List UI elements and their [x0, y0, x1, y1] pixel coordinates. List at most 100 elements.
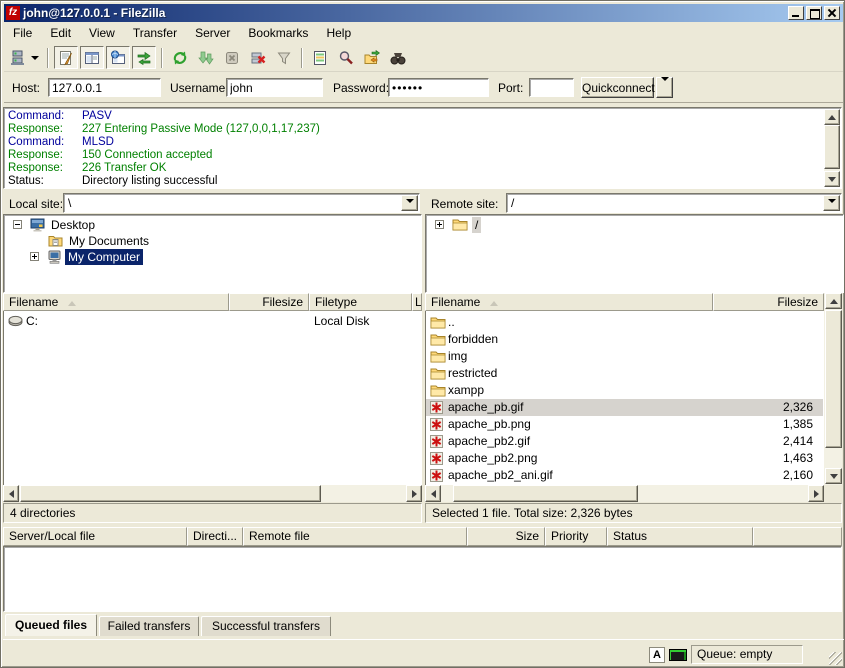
queue-column-serverlocal[interactable]: Server/Local file — [3, 527, 187, 546]
refresh-button[interactable] — [168, 46, 192, 69]
binoculars-icon — [390, 50, 406, 66]
collapse-icon[interactable] — [13, 220, 22, 229]
transfer-queue-list[interactable] — [3, 546, 842, 612]
expand-icon[interactable] — [435, 220, 444, 229]
scroll-thumb[interactable] — [824, 125, 840, 169]
directory-comparison-button[interactable] — [308, 46, 332, 69]
title-bar[interactable]: fz john@127.0.0.1 - FileZilla — [4, 4, 843, 22]
file-row[interactable]: apache_pb.png 1,385 — [426, 416, 823, 433]
file-name: img — [448, 348, 467, 365]
column-label: Size — [516, 529, 539, 543]
queue-column-remotefile[interactable]: Remote file — [243, 527, 467, 546]
site-manager-dropdown-button[interactable] — [28, 46, 42, 69]
tab-successful-transfers[interactable]: Successful transfers — [201, 616, 331, 636]
toggle-message-log-button[interactable] — [54, 46, 78, 69]
menu-transfer[interactable]: Transfer — [124, 24, 186, 42]
scroll-up-button[interactable] — [824, 109, 840, 125]
maximize-button[interactable] — [806, 6, 822, 20]
remote-site-dropdown-button[interactable] — [823, 195, 840, 211]
remote-site-combo[interactable]: / — [506, 193, 842, 213]
queue-column-direction[interactable]: Directi... — [187, 527, 243, 546]
remote-status-text: Selected 1 file. Total size: 2,326 bytes — [425, 503, 842, 523]
tab-failed-transfers[interactable]: Failed transfers — [99, 616, 199, 636]
speed-limit-indicator[interactable] — [669, 649, 687, 661]
chevron-down-icon — [828, 199, 836, 207]
local-treeview-icon — [84, 50, 100, 66]
toggle-local-tree-button[interactable] — [80, 46, 104, 69]
file-row[interactable]: apache_pb2.png 1,463 — [426, 450, 823, 467]
queue-column-status[interactable]: Status — [607, 527, 753, 546]
scroll-right-button[interactable] — [808, 485, 824, 502]
scroll-down-button[interactable] — [825, 468, 842, 484]
scroll-up-button[interactable] — [825, 293, 842, 309]
scroll-down-button[interactable] — [824, 171, 840, 187]
local-site-combo[interactable]: \ — [63, 193, 420, 213]
menu-file[interactable]: File — [4, 24, 41, 42]
column-label: Server/Local file — [9, 529, 95, 543]
scroll-left-button[interactable] — [3, 485, 19, 502]
menu-help[interactable]: Help — [317, 24, 360, 42]
process-queue-button[interactable] — [194, 46, 218, 69]
file-row[interactable]: xampp — [426, 382, 823, 399]
file-name: apache_pb.gif — [448, 399, 523, 416]
cancel-icon — [224, 50, 240, 66]
local-site-dropdown-button[interactable] — [401, 195, 418, 211]
transfer-type-indicator[interactable]: A — [649, 647, 665, 663]
quickconnect-button[interactable]: Quickconnect — [581, 77, 654, 98]
tree-item-root[interactable]: / — [426, 217, 843, 233]
remote-column-filename[interactable]: Filename — [425, 293, 713, 311]
site-manager-button[interactable] — [5, 46, 29, 69]
scroll-left-button[interactable] — [425, 485, 441, 502]
file-row[interactable]: forbidden — [426, 331, 823, 348]
menu-edit[interactable]: Edit — [41, 24, 80, 42]
file-row-local-drive[interactable]: C: Local Disk — [4, 313, 421, 330]
column-label: Priority — [551, 529, 588, 543]
tree-item-label: My Documents — [66, 233, 152, 249]
disconnect-button[interactable] — [246, 46, 270, 69]
tab-queued-files[interactable]: Queued files — [5, 614, 97, 636]
local-column-filetype[interactable]: Filetype — [309, 293, 412, 311]
file-row[interactable]: .. — [426, 314, 823, 331]
host-input[interactable] — [48, 78, 161, 97]
panel-splitter[interactable] — [422, 191, 425, 523]
quickconnect-dropdown-button[interactable] — [656, 77, 673, 98]
tree-item-desktop[interactable]: Desktop — [4, 217, 421, 233]
tree-item-my-documents[interactable]: My Documents — [4, 233, 421, 249]
cancel-button[interactable] — [220, 46, 244, 69]
menu-server[interactable]: Server — [186, 24, 239, 42]
log-text: 227 Entering Passive Mode (127,0,0,1,17,… — [82, 123, 320, 135]
menu-view[interactable]: View — [80, 24, 124, 42]
local-column-lastmodified[interactable]: L — [412, 293, 422, 311]
search-button[interactable] — [386, 46, 410, 69]
password-input[interactable] — [388, 78, 489, 97]
directory-filter-button[interactable] — [272, 46, 296, 69]
file-row[interactable]: apache_pb2.gif 2,414 — [426, 433, 823, 450]
toggle-queue-button[interactable] — [132, 46, 156, 69]
scroll-thumb[interactable] — [825, 310, 842, 448]
password-label: Password: — [333, 81, 389, 95]
local-column-filename[interactable]: Filename — [3, 293, 229, 311]
queue-column-size[interactable]: Size — [467, 527, 545, 546]
local-column-filesize[interactable]: Filesize — [229, 293, 309, 311]
tree-item-my-computer[interactable]: My Computer — [4, 249, 421, 265]
remote-column-filesize[interactable]: Filesize — [713, 293, 824, 311]
port-input[interactable] — [529, 78, 574, 97]
synchronized-browsing-button[interactable] — [360, 46, 384, 69]
queue-column-priority[interactable]: Priority — [545, 527, 607, 546]
toggle-remote-tree-button[interactable] — [106, 46, 130, 69]
menu-bookmarks[interactable]: Bookmarks — [239, 24, 317, 42]
file-row[interactable]: img — [426, 348, 823, 365]
file-row-selected[interactable]: apache_pb.gif 2,326 — [426, 399, 823, 416]
minimize-button[interactable] — [788, 6, 804, 20]
file-row[interactable]: apache_pb2_ani.gif 2,160 — [426, 467, 823, 484]
close-button[interactable] — [824, 6, 840, 20]
scroll-thumb[interactable] — [453, 485, 638, 502]
expand-icon[interactable] — [30, 252, 39, 261]
scroll-right-button[interactable] — [406, 485, 422, 502]
file-row[interactable]: restricted — [426, 365, 823, 382]
view-hidden-files-button[interactable] — [334, 46, 358, 69]
username-input[interactable] — [226, 78, 323, 97]
resize-grip[interactable] — [829, 652, 842, 665]
menu-bar: File Edit View Transfer Server Bookmarks… — [4, 23, 843, 43]
scroll-thumb[interactable] — [20, 485, 321, 502]
